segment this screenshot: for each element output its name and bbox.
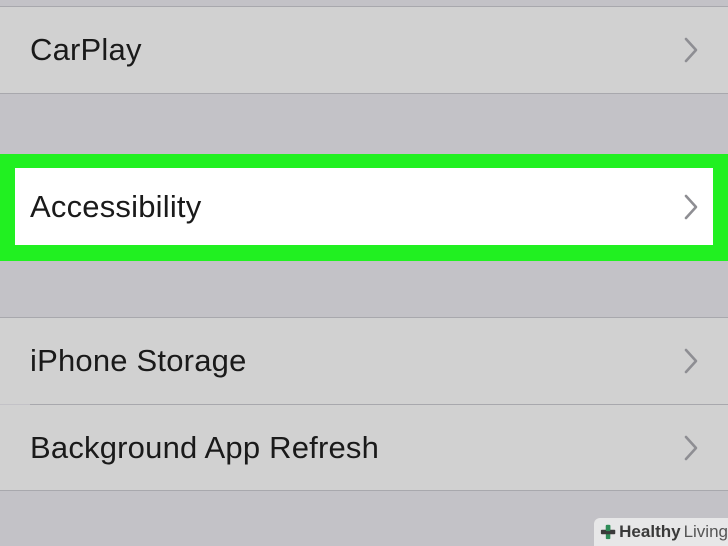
group-separator (0, 490, 728, 491)
settings-row-iphone-storage[interactable]: iPhone Storage (0, 318, 728, 404)
watermark-brand-rest: Living (683, 522, 728, 541)
row-label: iPhone Storage (30, 343, 247, 378)
settings-row-carplay[interactable]: CarPlay (0, 7, 728, 93)
group-separator (0, 93, 728, 94)
row-label: Background App Refresh (30, 429, 380, 465)
chevron-right-icon (684, 194, 698, 219)
row-label: Accessibility (30, 188, 202, 224)
chevron-right-icon (684, 435, 698, 460)
chevron-right-icon (684, 37, 698, 63)
watermark-brand-bold: Healthy (619, 522, 681, 541)
settings-row-accessibility[interactable]: Accessibility (15, 168, 713, 245)
watermark: Healthy Living (594, 518, 728, 546)
row-label: CarPlay (30, 32, 142, 67)
plus-logo-icon (600, 524, 616, 540)
chevron-right-icon (684, 348, 698, 374)
settings-row-background-app-refresh[interactable]: Background App Refresh (0, 405, 728, 490)
